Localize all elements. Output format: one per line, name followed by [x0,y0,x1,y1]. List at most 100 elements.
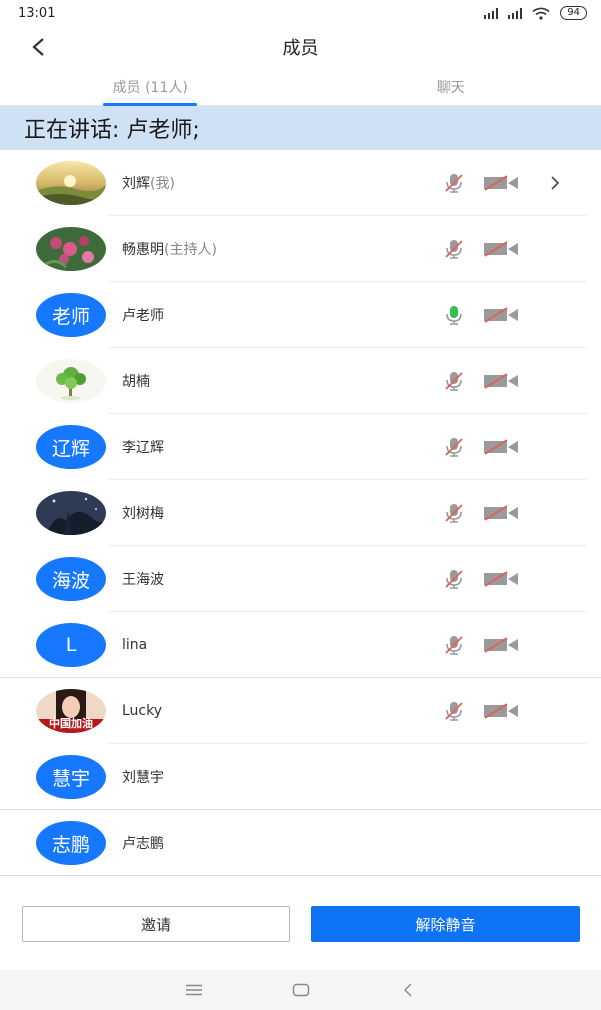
member-row[interactable]: 刘树梅 [0,480,601,546]
member-media-controls [441,435,521,459]
member-name-text: 畅惠明 [122,242,164,258]
member-name-text: 刘树梅 [122,506,164,522]
member-list: 刘辉(我) 畅惠明(主持人) 老师 卢老师 胡楠 辽辉 李辽辉 刘树梅 海波 王海波 Llina 中国… [0,150,601,876]
microphone-muted-icon[interactable] [441,633,467,657]
microphone-muted-icon[interactable] [441,237,467,261]
member-avatar: 海波 [36,557,106,601]
status-bar: 13:01 94 [0,0,601,26]
system-nav-bar [0,970,601,1010]
member-name-text: 刘慧宇 [122,770,164,786]
member-media-controls [441,501,521,525]
night-sky-photo-avatar [36,491,106,535]
back-triangle-icon [403,983,411,997]
member-row[interactable]: 中国加油 Lucky [0,678,601,744]
member-row[interactable]: 辽辉 李辽辉 [0,414,601,480]
member-media-controls [441,369,521,393]
avatar-caption: 中国加油 [49,717,93,730]
member-row[interactable]: 畅惠明(主持人) [0,216,601,282]
tab-chat[interactable]: 聊天 [301,68,601,105]
member-name-text: Lucky [122,703,163,719]
member-name: 刘辉(我) [122,173,441,193]
invite-button[interactable]: 邀请 [22,906,290,942]
microphone-muted-icon[interactable] [441,435,467,459]
member-row[interactable]: Llina [0,612,601,678]
member-name: 刘树梅 [122,503,441,523]
tab-members[interactable]: 成员 (11人) [0,68,301,105]
flower-photo-avatar [36,227,106,271]
signal-icon [484,7,499,19]
member-media-controls [441,699,521,723]
microphone-muted-icon[interactable] [441,501,467,525]
member-avatar: 老师 [36,293,106,337]
microphone-muted-icon[interactable] [441,369,467,393]
member-name-text: 胡楠 [122,374,150,390]
member-media-controls [441,303,521,327]
member-name: 李辽辉 [122,437,441,457]
camera-off-icon[interactable] [481,369,521,393]
member-name-text: 刘辉 [122,176,150,192]
member-media-controls [441,237,521,261]
member-role-suffix: (主持人) [164,242,217,258]
menu-icon [185,984,202,996]
microphone-muted-icon[interactable] [441,567,467,591]
member-row[interactable]: 慧宇 刘慧宇 [0,744,601,810]
camera-off-icon[interactable] [481,633,521,657]
member-name: 胡楠 [122,371,441,391]
member-name: 畅惠明(主持人) [122,239,441,259]
member-name-text: 王海波 [122,572,164,588]
camera-off-icon[interactable] [481,699,521,723]
home-square-icon [292,983,309,997]
status-time: 13:01 [18,5,56,21]
home-nav-button[interactable] [286,978,316,1002]
back-nav-button[interactable] [393,978,423,1002]
member-row[interactable]: 志鹏 卢志鹏 [0,810,601,876]
camera-off-icon[interactable] [481,303,521,327]
speaking-banner: 正在讲话: 卢老师; [0,106,601,150]
member-name-text: lina [122,637,148,653]
camera-off-icon[interactable] [481,237,521,261]
camera-off-icon[interactable] [481,435,521,459]
back-button[interactable] [24,33,52,61]
member-row[interactable]: 胡楠 [0,348,601,414]
back-arrow-icon [32,38,44,56]
member-media-controls [441,171,521,195]
member-row[interactable]: 海波 王海波 [0,546,601,612]
wifi-icon [532,7,550,20]
app-screen: 13:01 94 成员 成员 (11人) 聊天 正在讲话: 卢老师; 刘辉(我)… [0,0,601,1010]
landscape-photo-avatar [36,161,106,205]
member-name: 卢老师 [122,305,441,325]
member-name-text: 卢老师 [122,308,164,324]
microphone-muted-icon[interactable] [441,699,467,723]
member-avatar: 慧宇 [36,755,106,799]
row-divider [0,875,601,876]
member-name-text: 卢志鹏 [122,836,164,852]
member-row[interactable]: 刘辉(我) [0,150,601,216]
member-name: 王海波 [122,569,441,589]
unmute-all-button[interactable]: 解除静音 [311,906,580,942]
microphone-muted-icon[interactable] [441,171,467,195]
tab-bar: 成员 (11人) 聊天 [0,68,601,106]
menu-nav-button[interactable] [179,978,209,1002]
chevron-right-icon[interactable] [547,171,563,195]
page-title: 成员 [282,38,319,59]
signal-icon-2 [508,7,523,19]
member-name-text: 李辽辉 [122,440,164,456]
member-row[interactable]: 老师 卢老师 [0,282,601,348]
tree-photo-avatar [36,359,106,403]
member-name: lina [122,637,441,653]
bottom-action-bar: 邀请 解除静音 [0,890,601,970]
member-role-suffix: (我) [150,176,175,192]
title-bar: 成员 [0,26,601,68]
member-name: Lucky [122,703,441,719]
member-avatar: 辽辉 [36,425,106,469]
member-media-controls [441,633,521,657]
camera-off-icon[interactable] [481,501,521,525]
camera-off-icon[interactable] [481,567,521,591]
status-icons: 94 [484,6,587,20]
camera-off-icon[interactable] [481,171,521,195]
member-avatar: 志鹏 [36,821,106,865]
member-name: 卢志鹏 [122,833,601,853]
girl-photo-avatar: 中国加油 [36,689,106,733]
member-media-controls [441,567,521,591]
microphone-active-icon[interactable] [441,303,467,327]
